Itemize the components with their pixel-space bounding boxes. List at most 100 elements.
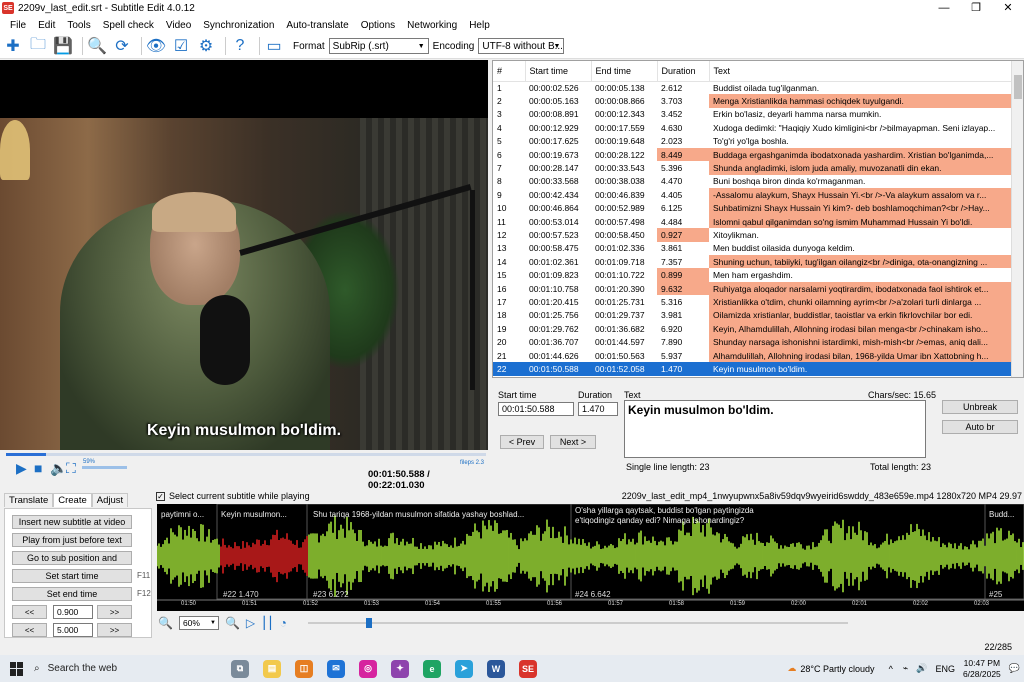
auto-br-button[interactable]: Auto br	[942, 420, 1018, 434]
menu-networking[interactable]: Networking	[401, 20, 463, 31]
video-progress-bar[interactable]	[6, 453, 486, 456]
zoom-in-icon[interactable]: 🔍	[225, 616, 240, 630]
col-number-header[interactable]: #	[493, 61, 526, 82]
encoding-select[interactable]: UTF-8 without B... ▼	[478, 38, 565, 54]
telegram-icon[interactable]: ➤	[455, 659, 473, 678]
spell-check-icon[interactable]: ☑	[171, 36, 191, 56]
task-view-icon[interactable]: ⧉	[231, 659, 249, 678]
menu-options[interactable]: Options	[355, 20, 401, 31]
visual-sync-icon[interactable]: 👁	[146, 36, 166, 56]
table-row[interactable]: 7 00:00:28.147 00:00:33.543 5.396 Shunda ang…	[493, 161, 1013, 175]
table-row[interactable]: 14 00:01:02.361 00:01:09.718 7.357 Shuning u…	[493, 255, 1013, 269]
fullscreen-icon[interactable]: ⛶	[66, 460, 76, 477]
checkbox-box[interactable]: ✓	[156, 491, 165, 501]
menu-auto-translate[interactable]: Auto-translate	[280, 20, 354, 31]
video-player[interactable]: Keyin musulmon bo'ldim.	[0, 60, 488, 450]
step-small-input[interactable]: 0.900	[53, 605, 93, 619]
col-text-header[interactable]: Text	[709, 61, 1014, 82]
waveform-position-slider[interactable]	[308, 618, 848, 628]
audio-waveform[interactable]: paytimni o... Keyin musulmon... Shu tariqa…	[157, 504, 1024, 611]
table-row[interactable]: 4 00:00:12.929 00:00:17.559 4.630 Xudoga ded…	[493, 121, 1013, 134]
table-row[interactable]: 6 00:00:19.673 00:00:28.122 8.449 Buddaga er…	[493, 147, 1013, 162]
tab-translate[interactable]: Translate	[4, 493, 54, 507]
edge-icon[interactable]: e	[423, 659, 441, 678]
rewind-large-button[interactable]: <<	[12, 623, 47, 637]
menu-tools[interactable]: Tools	[61, 20, 96, 31]
network-icon[interactable]: ⌁	[903, 663, 908, 674]
maximize-button[interactable]: ❐	[960, 0, 992, 16]
replace-icon[interactable]: ⟳	[112, 36, 132, 56]
table-row[interactable]: 9 00:00:42.434 00:00:46.839 4.405 -Assalomu …	[493, 188, 1013, 202]
play-icon[interactable]: ▶	[16, 460, 27, 477]
set-end-time-button[interactable]: Set end time	[12, 587, 132, 601]
waveform-subtitle-label[interactable]: Budd...	[989, 510, 1014, 519]
save-icon[interactable]: 💾	[53, 36, 73, 56]
mute-icon[interactable]: 🔈	[50, 460, 67, 477]
table-row[interactable]: 15 00:01:09.823 00:01:10.722 0.899 Men ham e…	[493, 268, 1013, 282]
menu-file[interactable]: File	[4, 20, 32, 31]
menu-edit[interactable]: Edit	[32, 20, 61, 31]
volume-slider[interactable]	[82, 466, 127, 469]
tab-create[interactable]: Create	[53, 493, 92, 507]
format-select[interactable]: SubRip (.srt) ▼	[328, 38, 429, 54]
col-end-time-header[interactable]: End time	[591, 61, 658, 82]
word-icon[interactable]: W	[487, 659, 505, 678]
play-before-text-button[interactable]: Play from just before text	[12, 533, 132, 547]
table-row[interactable]: 3 00:00:08.891 00:00:12.343 3.452 Erkin bo'l…	[493, 108, 1013, 121]
duration-input[interactable]: 1.470	[578, 402, 618, 416]
stop-icon[interactable]: ■	[34, 460, 42, 476]
windows-start-icon[interactable]	[10, 661, 24, 676]
table-row[interactable]: 16 00:01:10.758 00:01:20.390 9.632 Ruhiyatga…	[493, 281, 1013, 296]
help-icon[interactable]: ?	[230, 36, 250, 56]
subtitle-list-scrollbar[interactable]	[1011, 61, 1023, 377]
instagram-icon[interactable]: ◎	[359, 659, 377, 678]
table-row[interactable]: 10 00:00:46.864 00:00:52.989 6.125 Suhbatimi…	[493, 201, 1013, 215]
notification-icon[interactable]: 💬	[1009, 663, 1020, 674]
table-row[interactable]: 19 00:01:29.762 00:01:36.682 6.920 Keyin, Al…	[493, 322, 1013, 336]
table-row[interactable]: 2 00:00:05.163 00:00:08.866 3.703 Menga Xris…	[493, 94, 1013, 108]
open-folder-icon[interactable]: 🗀	[28, 36, 48, 56]
menu-spell-check[interactable]: Spell check	[97, 20, 160, 31]
minimize-button[interactable]: —	[928, 0, 960, 16]
menu-help[interactable]: Help	[463, 20, 496, 31]
close-button[interactable]: ✕	[992, 0, 1024, 16]
subtitle-text-input[interactable]: Keyin musulmon bo'ldim.	[624, 400, 926, 458]
forward-small-button[interactable]: >>	[97, 605, 132, 619]
insert-subtitle-button[interactable]: Insert new subtitle at video	[12, 515, 132, 529]
file-explorer-icon[interactable]: ▤	[263, 659, 281, 678]
table-row[interactable]: 21 00:01:44.626 00:01:50.563 5.937 Alhamdul…	[493, 348, 1013, 363]
speed-icon[interactable]: ◔	[280, 616, 287, 630]
table-row[interactable]: 1 00:00:02.526 00:00:05.138 2.612 Buddist oi…	[493, 81, 1013, 94]
table-row[interactable]: 22 00:01:50.588 00:01:52.058 1.470 Keyin mus…	[493, 362, 1013, 376]
waveform-subtitle-label[interactable]: Keyin musulmon...	[221, 510, 287, 519]
waveform-subtitle-label[interactable]: paytimni o...	[161, 510, 204, 519]
layout-icon[interactable]: ▭	[264, 36, 284, 56]
table-row[interactable]: 18 00:01:25.756 00:01:29.737 3.981 Oilamizda…	[493, 308, 1013, 323]
menu-synchronization[interactable]: Synchronization	[197, 20, 280, 31]
new-file-icon[interactable]: ✚	[3, 36, 23, 56]
slider-knob[interactable]	[366, 618, 372, 628]
clock[interactable]: 10:47 PM 6/28/2025	[963, 658, 1001, 680]
subtitle-edit-taskbar-icon[interactable]: SE	[519, 659, 537, 678]
lang-indicator[interactable]: ENG	[935, 664, 955, 674]
zoom-select[interactable]: 60% ▼	[178, 616, 219, 630]
play-waveform-icon[interactable]: ▷	[246, 616, 255, 630]
tab-adjust[interactable]: Adjust	[91, 493, 129, 507]
menu-video[interactable]: Video	[160, 20, 197, 31]
toggle-icon[interactable]: ⎮⎮	[261, 616, 274, 630]
store-icon[interactable]: ◫	[295, 659, 313, 678]
next-button[interactable]: Next >	[550, 435, 596, 449]
tray-chevron-icon[interactable]: ^	[889, 664, 893, 674]
step-large-input[interactable]: 5.000	[53, 623, 93, 637]
unbreak-button[interactable]: Unbreak	[942, 400, 1018, 414]
copilot-icon[interactable]: ✦	[391, 659, 409, 678]
rewind-small-button[interactable]: <<	[12, 605, 47, 619]
go-to-sub-button[interactable]: Go to sub position and	[12, 551, 132, 565]
forward-large-button[interactable]: >>	[97, 623, 132, 637]
waveform-subtitle-label[interactable]: Shu tariqa 1968-yildan musulmon sifatida…	[313, 510, 524, 519]
col-start-time-header[interactable]: Start time	[525, 61, 592, 82]
table-row[interactable]: 17 00:01:20.415 00:01:25.731 5.316 Xristianl…	[493, 295, 1013, 309]
mail-icon[interactable]: ✉	[327, 659, 345, 678]
waveform-subtitle-label[interactable]: O'sha yillarga qaytsak, buddist bo'lgan …	[575, 506, 754, 515]
find-icon[interactable]: 🔍	[87, 36, 107, 56]
